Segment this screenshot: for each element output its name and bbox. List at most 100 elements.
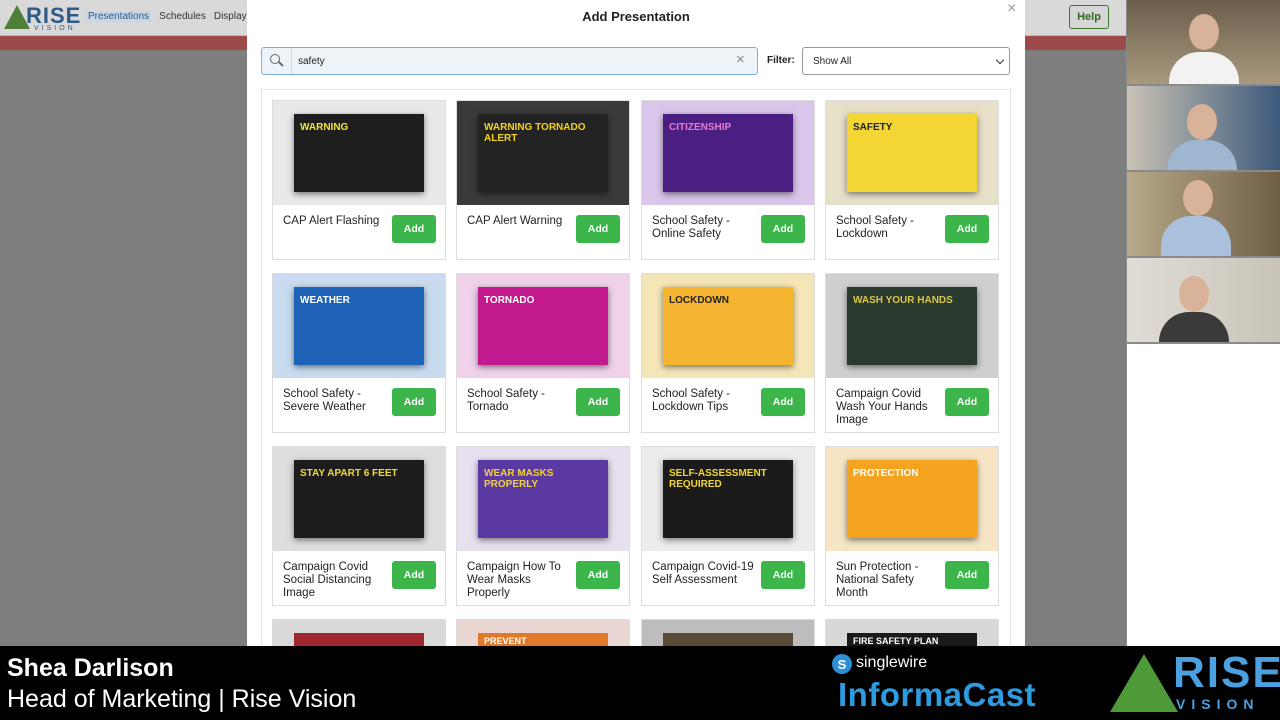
presentation-name: School Safety - Lockdown: [836, 215, 914, 240]
thumbnail-headline: FIRE SAFETY PLAN: [853, 636, 939, 646]
add-button[interactable]: Add: [392, 561, 436, 589]
thumbnail-screen: WEAR MASKS PROPERLY: [478, 460, 608, 538]
singlewire-wordmark: singlewire: [856, 654, 928, 671]
search-divider: [291, 48, 292, 74]
video-tile-4: [1127, 258, 1280, 342]
speaker-name: Shea Darlison: [7, 654, 174, 682]
filter-select[interactable]: Show All: [802, 47, 1010, 75]
add-button[interactable]: Add: [392, 215, 436, 243]
presentation-card-partial[interactable]: PREVENT: [456, 619, 630, 646]
presentation-card-partial[interactable]: [272, 619, 446, 646]
search-box: ×: [261, 47, 758, 75]
presentation-card-partial[interactable]: [641, 619, 815, 646]
presentation-card[interactable]: WEATHER School Safety - Severe Weather Add: [272, 273, 446, 433]
presentation-thumbnail: SAFETY: [826, 101, 998, 205]
presentation-thumbnail: WARNING: [273, 101, 445, 205]
add-button[interactable]: Add: [945, 215, 989, 243]
add-button[interactable]: Add: [761, 215, 805, 243]
thumbnail-screen: WARNING TORNADO ALERT: [478, 114, 608, 192]
presentation-card[interactable]: WARNING TORNADO ALERT CAP Alert Warning Ad…: [456, 100, 630, 260]
presentation-thumbnail: CITIZENSHIP: [642, 101, 814, 205]
search-icon: [270, 54, 284, 68]
presentation-card[interactable]: PROTECTION Sun Protection - National Safe…: [825, 446, 999, 606]
nav-schedules[interactable]: Schedules: [159, 11, 206, 22]
thumbnail-screen: SELF-ASSESSMENT REQUIRED: [663, 460, 793, 538]
thumbnail-headline: TORNADO: [484, 295, 535, 306]
singlewire-icon: S: [832, 654, 852, 674]
thumbnail-headline: WASH YOUR HANDS: [853, 295, 953, 306]
presentation-name: Campaign Covid Wash Your Hands Image: [836, 388, 928, 426]
thumbnail-headline: SAFETY: [853, 122, 893, 133]
rise-vision-logo[interactable]: RISE VISION: [4, 3, 80, 33]
add-button[interactable]: Add: [576, 561, 620, 589]
presentation-card[interactable]: SAFETY School Safety - Lockdown Add: [825, 100, 999, 260]
presentation-name: Campaign Covid-19 Self Assessment: [652, 561, 754, 586]
thumbnail-screen: [294, 633, 424, 646]
presentation-card-partial[interactable]: FIRE SAFETY PLAN: [825, 619, 999, 646]
video-tile-1: [1127, 0, 1280, 84]
thumbnail-headline: WARNING: [300, 122, 349, 133]
presentation-card[interactable]: STAY APART 6 FEET Campaign Covid Social D…: [272, 446, 446, 606]
presentation-thumbnail: LOCKDOWN: [642, 274, 814, 378]
add-button[interactable]: Add: [945, 388, 989, 416]
presentation-thumbnail: STAY APART 6 FEET: [273, 447, 445, 551]
add-button[interactable]: Add: [576, 388, 620, 416]
search-input[interactable]: [298, 51, 718, 71]
rise-vision-brand-logo: RISE VISION: [1110, 648, 1280, 716]
informacast-wordmark: InformaCast: [838, 676, 1037, 713]
add-button[interactable]: Add: [576, 215, 620, 243]
presentation-card[interactable]: TORNADO School Safety - Tornado Add: [456, 273, 630, 433]
add-button[interactable]: Add: [945, 561, 989, 589]
presentation-thumbnail: WARNING TORNADO ALERT: [457, 101, 629, 205]
thumbnail-headline: PROTECTION: [853, 468, 919, 479]
thumbnail-headline: SELF-ASSESSMENT REQUIRED: [669, 468, 767, 490]
presentation-card[interactable]: WASH YOUR HANDS Campaign Covid Wash Your …: [825, 273, 999, 433]
presentation-name: Campaign How To Wear Masks Properly: [467, 561, 561, 599]
rise-sub-wordmark: VISION: [1176, 696, 1260, 712]
add-button[interactable]: Add: [761, 388, 805, 416]
presentation-card[interactable]: WARNING CAP Alert Flashing Add: [272, 100, 446, 260]
help-button[interactable]: Help: [1069, 5, 1109, 29]
thumbnail-screen: LOCKDOWN: [663, 287, 793, 365]
presentation-name: CAP Alert Warning: [467, 215, 563, 227]
thumbnail-headline: WEAR MASKS PROPERLY: [484, 468, 554, 490]
presentation-card[interactable]: CITIZENSHIP School Safety - Online Safety…: [641, 100, 815, 260]
presentation-card[interactable]: LOCKDOWN School Safety - Lockdown Tips Add: [641, 273, 815, 433]
presentation-thumbnail: WASH YOUR HANDS: [826, 274, 998, 378]
video-panel-empty: [1127, 344, 1280, 646]
add-button[interactable]: Add: [392, 388, 436, 416]
thumbnail-headline: WARNING TORNADO ALERT: [484, 122, 586, 144]
thumbnail-screen: FIRE SAFETY PLAN: [847, 633, 977, 646]
nav-displays[interactable]: Displays: [214, 11, 252, 22]
presentation-name: School Safety - Severe Weather: [283, 388, 366, 413]
thumbnail-headline: PREVENT: [484, 636, 527, 646]
clear-search-icon[interactable]: ×: [736, 51, 745, 68]
presentation-thumbnail: WEATHER: [273, 274, 445, 378]
thumbnail-screen: SAFETY: [847, 114, 977, 192]
nav-presentations[interactable]: Presentations: [86, 11, 152, 22]
add-presentation-modal: Add Presentation × × Filter: Show All WA…: [247, 0, 1025, 646]
thumbnail-screen: WEATHER: [294, 287, 424, 365]
video-tile-3: [1127, 172, 1280, 256]
thumbnail-headline: WEATHER: [300, 295, 350, 306]
rise-triangle-icon: [1110, 654, 1178, 712]
participant-face: [1183, 180, 1213, 216]
thumbnail-headline: LOCKDOWN: [669, 295, 729, 306]
presentation-thumbnail: TORNADO: [457, 274, 629, 378]
presentation-card[interactable]: SELF-ASSESSMENT REQUIRED Campaign Covid-1…: [641, 446, 815, 606]
thumbnail-headline: STAY APART 6 FEET: [300, 468, 398, 479]
add-button[interactable]: Add: [761, 561, 805, 589]
modal-title: Add Presentation: [582, 9, 690, 24]
filter-value: Show All: [813, 56, 852, 67]
presentation-thumbnail: SELF-ASSESSMENT REQUIRED: [642, 447, 814, 551]
presentation-name: Sun Protection - National Safety Month: [836, 561, 919, 599]
presentation-name: School Safety - Tornado: [467, 388, 545, 413]
participant-face: [1189, 14, 1219, 50]
presentation-card[interactable]: WEAR MASKS PROPERLY Campaign How To Wear …: [456, 446, 630, 606]
close-icon[interactable]: ×: [1007, 0, 1016, 18]
thumbnail-headline: CITIZENSHIP: [669, 122, 732, 133]
filter-label: Filter:: [767, 55, 795, 66]
thumbnail-screen: CITIZENSHIP: [663, 114, 793, 192]
presentation-name: Campaign Covid Social Distancing Image: [283, 561, 372, 599]
logo-sub: VISION: [34, 25, 76, 32]
